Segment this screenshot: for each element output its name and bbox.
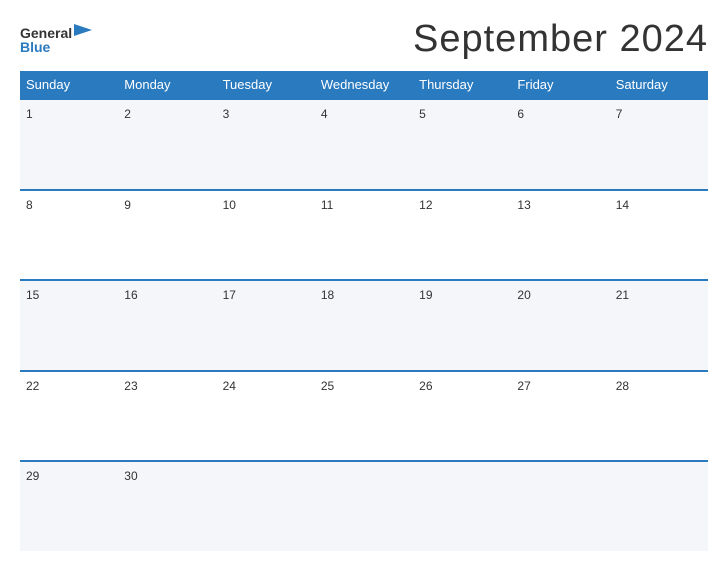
- week-1: 1 2 3 4 5 6 7: [20, 98, 708, 189]
- logo-blue: Blue: [20, 40, 50, 54]
- calendar-page: General Blue September 2024 Sunday Monda…: [0, 0, 728, 563]
- day-sunday: Sunday: [20, 71, 118, 98]
- table-row: 3: [217, 100, 315, 189]
- table-row: 20: [511, 281, 609, 370]
- logo-left: General Blue: [20, 26, 92, 54]
- table-row: 4: [315, 100, 413, 189]
- table-row: 19: [413, 281, 511, 370]
- table-row: 17: [217, 281, 315, 370]
- table-row: 23: [118, 372, 216, 461]
- table-row: 18: [315, 281, 413, 370]
- table-row: 2: [118, 100, 216, 189]
- table-row: 30: [118, 462, 216, 551]
- table-row: 9: [118, 191, 216, 280]
- table-row: 11: [315, 191, 413, 280]
- logo-top-row: General: [20, 26, 92, 40]
- logo-flag-icon: [74, 24, 92, 40]
- day-wednesday: Wednesday: [315, 71, 413, 98]
- table-row: [511, 462, 609, 551]
- days-header: Sunday Monday Tuesday Wednesday Thursday…: [20, 71, 708, 98]
- logo-general: General: [20, 26, 72, 40]
- table-row: 7: [610, 100, 708, 189]
- table-row: 13: [511, 191, 609, 280]
- header: General Blue September 2024: [20, 18, 708, 61]
- calendar-body: 1 2 3 4 5 6 7 8 9 10 11 12 13 14 15 16: [20, 98, 708, 551]
- table-row: 22: [20, 372, 118, 461]
- day-thursday: Thursday: [413, 71, 511, 98]
- table-row: 26: [413, 372, 511, 461]
- calendar: Sunday Monday Tuesday Wednesday Thursday…: [20, 71, 708, 551]
- table-row: 15: [20, 281, 118, 370]
- table-row: [217, 462, 315, 551]
- table-row: [610, 462, 708, 551]
- table-row: 28: [610, 372, 708, 461]
- table-row: 5: [413, 100, 511, 189]
- table-row: 8: [20, 191, 118, 280]
- table-row: 16: [118, 281, 216, 370]
- week-2: 8 9 10 11 12 13 14: [20, 189, 708, 280]
- table-row: 21: [610, 281, 708, 370]
- table-row: 10: [217, 191, 315, 280]
- week-5: 29 30: [20, 460, 708, 551]
- table-row: 29: [20, 462, 118, 551]
- table-row: 24: [217, 372, 315, 461]
- table-row: [413, 462, 511, 551]
- day-tuesday: Tuesday: [217, 71, 315, 98]
- day-saturday: Saturday: [610, 71, 708, 98]
- table-row: 14: [610, 191, 708, 280]
- table-row: 12: [413, 191, 511, 280]
- day-friday: Friday: [511, 71, 609, 98]
- table-row: 6: [511, 100, 609, 189]
- week-4: 22 23 24 25 26 27 28: [20, 370, 708, 461]
- day-monday: Monday: [118, 71, 216, 98]
- table-row: [315, 462, 413, 551]
- month-title: September 2024: [413, 18, 708, 61]
- table-row: 27: [511, 372, 609, 461]
- logo: General Blue: [20, 26, 92, 54]
- table-row: 25: [315, 372, 413, 461]
- week-3: 15 16 17 18 19 20 21: [20, 279, 708, 370]
- table-row: 1: [20, 100, 118, 189]
